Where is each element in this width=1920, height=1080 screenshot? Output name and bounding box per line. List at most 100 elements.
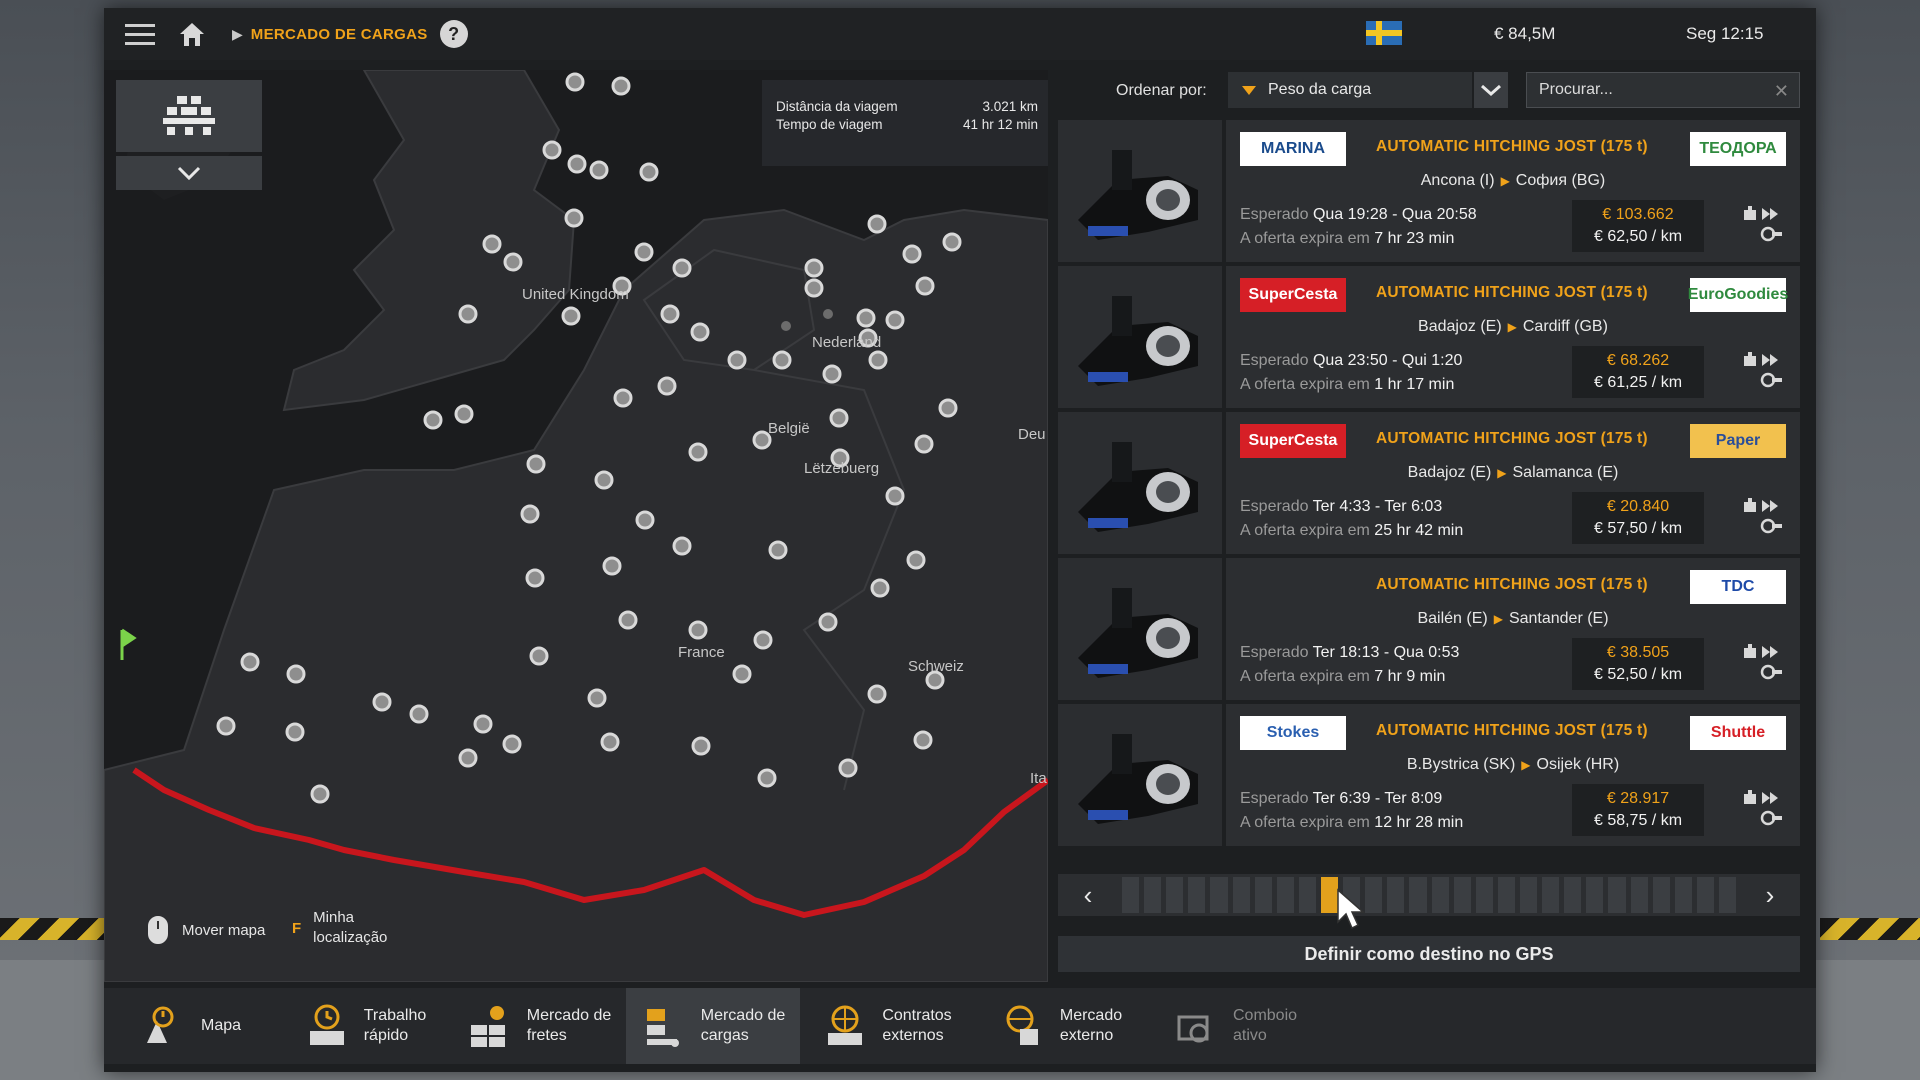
page-cell[interactable] xyxy=(1696,877,1714,913)
top-bar: ▶ MERCADO DE CARGAS ? € 84,5M Seg 12:15 xyxy=(104,8,1816,60)
trip-time-value: 41 hr 12 min xyxy=(962,117,1038,132)
cargo-market-icon xyxy=(646,1009,679,1047)
nav-label-line1: Mercado de xyxy=(526,1007,612,1024)
nav-map[interactable]: Mapa xyxy=(104,988,278,1064)
map-expand-button[interactable] xyxy=(116,156,262,190)
map-label-switzerland: Schweiz xyxy=(908,658,964,675)
offer-expiry: A oferta expira em 7 hr 23 min xyxy=(1240,230,1454,248)
page-cell[interactable] xyxy=(1276,877,1294,913)
nav-label-line2: externos xyxy=(882,1027,944,1044)
map-label-uk: United Kingdom xyxy=(522,286,629,303)
page-cell[interactable] xyxy=(1475,877,1493,913)
weight-icon xyxy=(1744,644,1756,658)
chevron-down-icon xyxy=(177,166,201,180)
page-cell[interactable] xyxy=(1298,877,1316,913)
page-cell[interactable] xyxy=(1564,877,1582,913)
nav-external-contracts[interactable]: Contratos externos xyxy=(800,988,974,1064)
expiry-label: A oferta expira em xyxy=(1240,814,1370,831)
job-price: € 20.840 xyxy=(1606,498,1670,515)
job-card[interactable]: SuperCesta AUTOMATIC HITCHING JOST (175 … xyxy=(1058,266,1800,408)
external-market-icon xyxy=(1006,1005,1038,1045)
nav-label-line1: Trabalho xyxy=(363,1007,427,1024)
page-cell[interactable] xyxy=(1542,877,1560,913)
page-cell[interactable] xyxy=(1122,877,1140,913)
nav-label-line2: cargas xyxy=(700,1027,749,1044)
page-cell[interactable] xyxy=(1210,877,1228,913)
job-details: SuperCesta AUTOMATIC HITCHING JOST (175 … xyxy=(1226,412,1800,554)
urgency-icon xyxy=(1762,792,1778,804)
price-box: € 20.840 € 57,50 / km xyxy=(1572,492,1704,544)
search-placeholder: Procurar... xyxy=(1539,81,1613,98)
page-cell[interactable] xyxy=(1365,877,1383,913)
price-box: € 28.917 € 58,75 / km xyxy=(1572,784,1704,836)
cargo-name: AUTOMATIC HITCHING JOST (175 t) xyxy=(1376,138,1648,155)
page-cell[interactable] xyxy=(1586,877,1604,913)
page-cell[interactable] xyxy=(1144,877,1162,913)
nav-cargo-market[interactable]: Mercado de cargas xyxy=(626,988,800,1064)
page-cell[interactable] xyxy=(1431,877,1449,913)
hitch-image-icon xyxy=(1058,558,1222,700)
expected-value: Qua 23:50 - Qui 1:20 xyxy=(1312,352,1463,369)
nav-convoy[interactable]: Comboio ativo xyxy=(1148,988,1322,1064)
page-cell[interactable] xyxy=(1630,877,1648,913)
page-cell[interactable] xyxy=(1232,877,1250,913)
job-card[interactable]: AUTOMATIC HITCHING JOST (175 t) TDC Bail… xyxy=(1058,558,1800,700)
nav-label-line2: fretes xyxy=(526,1027,567,1044)
next-page-button[interactable]: › xyxy=(1740,874,1800,916)
search-input[interactable]: Procurar... ✕ xyxy=(1526,72,1800,108)
map-view[interactable]: Distância da viagem 3.021 km Tempo de via… xyxy=(104,70,1048,982)
background-hazard-stripe-right xyxy=(1820,918,1920,940)
set-gps-destination-button[interactable]: Definir como destino no GPS xyxy=(1058,936,1800,972)
nav-label-line2: externo xyxy=(1059,1027,1114,1044)
sort-selected-value: Peso da carga xyxy=(1268,81,1372,98)
nav-label-line1: Mercado xyxy=(1059,1007,1123,1024)
page-cell[interactable] xyxy=(1166,877,1184,913)
expiry-value: 1 hr 17 min xyxy=(1374,376,1455,393)
page-cell[interactable] xyxy=(1254,877,1272,913)
page-cell[interactable] xyxy=(1453,877,1471,913)
my-location-hint[interactable]: F Minha localização xyxy=(292,908,387,948)
map-canvas xyxy=(104,70,1048,982)
job-card[interactable]: Stokes AUTOMATIC HITCHING JOST (175 t) S… xyxy=(1058,704,1800,846)
help-icon[interactable]: ? xyxy=(439,20,468,48)
page-cell[interactable] xyxy=(1188,877,1206,913)
urgency-icon xyxy=(1762,646,1778,658)
expected-value: Ter 18:13 - Qua 0:53 xyxy=(1312,644,1460,661)
route-origin: B.Bystrica (SK) xyxy=(1406,756,1516,773)
page-cell[interactable] xyxy=(1718,877,1737,913)
page-cell[interactable] xyxy=(1652,877,1670,913)
job-card[interactable]: SuperCesta AUTOMATIC HITCHING JOST (175 … xyxy=(1058,412,1800,554)
expected-time: Esperado Ter 4:33 - Ter 6:03 xyxy=(1240,498,1442,516)
expected-time: Esperado Ter 18:13 - Qua 0:53 xyxy=(1240,644,1459,662)
nav-external-market[interactable]: Mercado externo xyxy=(974,988,1148,1064)
page-cell[interactable] xyxy=(1519,877,1538,913)
page-cell[interactable] xyxy=(1387,877,1405,913)
menu-icon[interactable] xyxy=(114,8,166,60)
convoy-icon xyxy=(1177,1015,1209,1043)
breadcrumb: MERCADO DE CARGAS xyxy=(250,25,428,43)
map-layers-button[interactable] xyxy=(116,80,262,152)
previous-page-button[interactable]: ‹ xyxy=(1058,874,1118,916)
page-cell[interactable] xyxy=(1674,877,1692,913)
nav-freight-market[interactable]: Mercado de fretes xyxy=(452,988,626,1064)
job-details: MARINA AUTOMATIC HITCHING JOST (175 t) Т… xyxy=(1226,120,1800,262)
job-route: Badajoz (E) ▶ Cardiff (GB) xyxy=(1226,318,1800,336)
page-cell[interactable] xyxy=(1497,877,1515,913)
map-label-france: France xyxy=(678,644,725,661)
job-card[interactable]: MARINA AUTOMATIC HITCHING JOST (175 t) Т… xyxy=(1058,120,1800,262)
page-cell[interactable] xyxy=(1608,877,1626,913)
page-cells xyxy=(1118,877,1740,913)
offer-expiry: A oferta expira em 12 hr 28 min xyxy=(1240,814,1463,832)
job-icons xyxy=(1742,202,1786,251)
cargo-market-window: ▶ MERCADO DE CARGAS ? € 84,5M Seg 12:15 xyxy=(104,8,1816,1072)
sort-select[interactable]: Peso da carga xyxy=(1228,72,1472,108)
bottom-nav: Mapa Trabalho rápido Mercado de fretes M… xyxy=(104,988,1816,1064)
route-destination: Osijek (HR) xyxy=(1536,756,1620,773)
close-icon[interactable]: ✕ xyxy=(1774,81,1789,102)
nav-label-line1: Comboio xyxy=(1232,1007,1298,1024)
nav-quick-job[interactable]: Trabalho rápido xyxy=(278,988,452,1064)
price-box: € 38.505 € 52,50 / km xyxy=(1572,638,1704,690)
sort-dropdown-button[interactable] xyxy=(1474,72,1508,108)
page-cell[interactable] xyxy=(1409,877,1427,913)
home-icon[interactable] xyxy=(176,14,216,54)
